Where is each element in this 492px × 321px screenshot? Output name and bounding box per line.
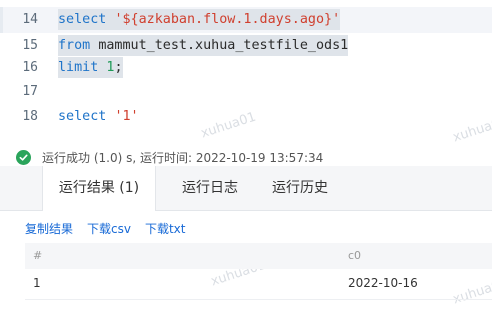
table-header: # c0 [25,243,492,269]
tab-run-log[interactable]: 运行日志 [170,166,250,210]
code-line-18[interactable]: 18 select '1' [0,104,492,130]
result-tabs: 运行结果 (1) 运行日志 运行历史 [0,166,492,211]
check-circle-icon [16,149,31,165]
code-text[interactable]: select '1' [58,104,139,130]
code-line-14[interactable]: 14 select '${azkaban.flow.1.days.ago}' [0,7,492,33]
code-text[interactable]: select '${azkaban.flow.1.days.ago}' [58,7,341,33]
column-header-index: # [33,249,43,262]
result-actions: 复制结果 下载csv 下载txt [25,220,185,237]
download-csv-link[interactable]: 下载csv [87,220,131,237]
code-line-17[interactable]: 17 [0,79,492,105]
code-line-16[interactable]: 16 limit 1; [0,55,492,81]
cell-c0: 2022-10-16 [348,276,418,290]
table-row[interactable]: 1 2022-10-16 [25,269,492,300]
tab-run-result[interactable]: 运行结果 (1) [42,166,156,211]
line-number: 17 [22,84,38,99]
status-text: 运行成功 (1.0) s, 运行时间: 2022-10-19 13:57:34 [42,150,324,165]
download-txt-link[interactable]: 下载txt [145,220,186,237]
cell-index: 1 [33,276,41,290]
code-text[interactable]: limit 1; [58,55,123,81]
code-editor[interactable]: 14 select '${azkaban.flow.1.days.ago}' 1… [0,0,492,138]
line-number: 16 [22,60,38,75]
column-header-c0: c0 [348,249,362,262]
run-status: 运行成功 (1.0) s, 运行时间: 2022-10-19 13:57:34 [16,148,323,166]
copy-result-link[interactable]: 复制结果 [25,220,73,237]
tab-run-history[interactable]: 运行历史 [260,166,340,210]
line-number: 14 [22,12,38,27]
line-number: 18 [22,109,38,124]
